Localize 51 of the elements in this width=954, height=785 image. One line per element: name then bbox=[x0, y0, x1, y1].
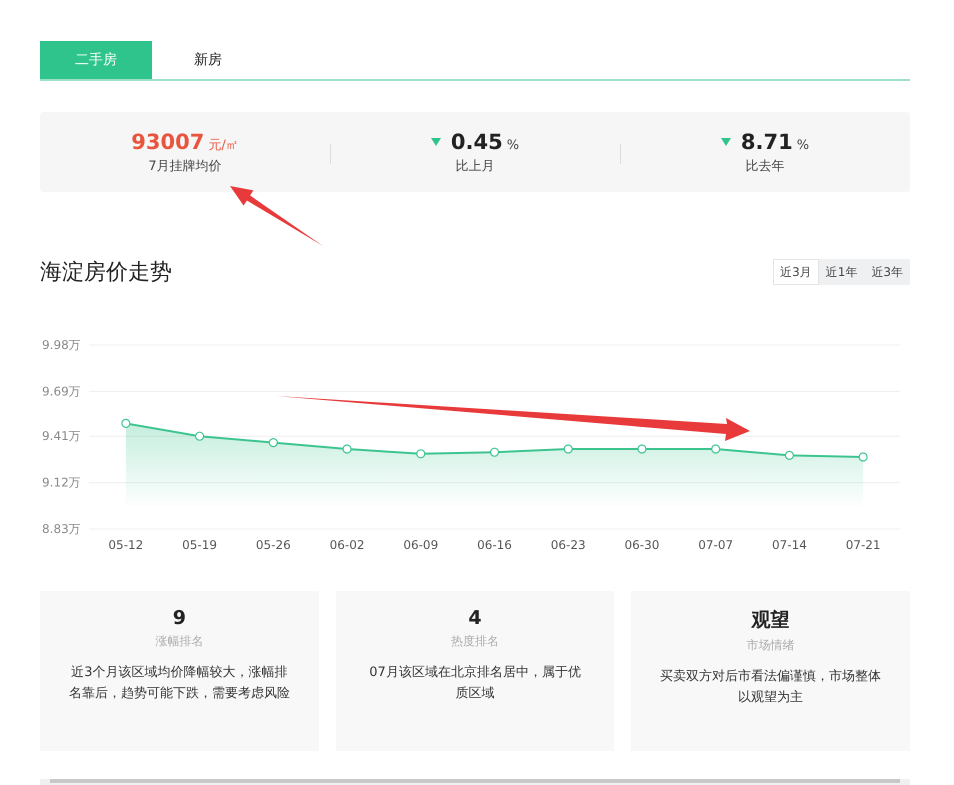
data-point bbox=[711, 444, 720, 454]
x-axis-label: 06-30 bbox=[624, 538, 660, 552]
y-axis-label: 9.12万 bbox=[42, 476, 81, 490]
data-point bbox=[342, 444, 352, 454]
card-text: 买卖双方对后市看法偏谨慎，市场整体以观望为主 bbox=[659, 668, 882, 707]
down-triangle-icon bbox=[430, 138, 441, 146]
stat-value: 0.45 bbox=[450, 130, 503, 154]
stat-label: 7月挂牌均价 bbox=[148, 158, 222, 174]
card-text: 近3个月该区域均价降幅较大，涨幅排名靠后，趋势可能下跌，需要考虑风险 bbox=[68, 664, 291, 703]
stat-unit: % bbox=[506, 138, 520, 152]
data-point bbox=[784, 450, 794, 460]
data-point bbox=[564, 444, 573, 454]
x-axis-label: 06-09 bbox=[403, 538, 438, 552]
x-axis-label: 06-02 bbox=[330, 538, 364, 552]
card-value: 4 bbox=[468, 607, 482, 629]
stat-value: 8.71 bbox=[740, 130, 793, 154]
card-value: 观望 bbox=[752, 608, 790, 633]
stat-label: 比去年 bbox=[746, 158, 784, 174]
card-label: 市场情绪 bbox=[746, 637, 795, 654]
x-axis-label: 06-16 bbox=[477, 538, 512, 552]
x-axis-label: 05-26 bbox=[256, 538, 291, 552]
down-triangle-icon bbox=[720, 138, 731, 146]
data-point bbox=[490, 448, 500, 457]
card-value: 9 bbox=[172, 607, 186, 629]
y-axis-label: 8.83万 bbox=[42, 522, 81, 536]
y-axis-label: 9.98万 bbox=[42, 338, 81, 352]
stat-unit: 元/㎡ bbox=[208, 136, 239, 154]
data-point bbox=[416, 449, 426, 458]
x-axis-label: 07-07 bbox=[698, 538, 734, 552]
x-axis-label: 07-14 bbox=[772, 538, 807, 552]
tab[interactable]: 新房 bbox=[152, 41, 264, 79]
section-title: 海淀房价走势 bbox=[40, 259, 172, 287]
data-point bbox=[858, 452, 868, 462]
card-label: 热度排名 bbox=[450, 633, 499, 650]
stat-label: 比上月 bbox=[456, 158, 494, 174]
card-label: 涨幅排名 bbox=[155, 633, 204, 650]
x-axis-label: 06-23 bbox=[550, 538, 586, 552]
stat-value: 93007 bbox=[131, 130, 204, 154]
data-point bbox=[268, 438, 278, 448]
y-axis-label: 9.69万 bbox=[42, 384, 81, 398]
data-point bbox=[637, 444, 647, 454]
data-point bbox=[121, 418, 130, 428]
x-axis-label: 05-19 bbox=[182, 538, 218, 552]
scrollbar[interactable] bbox=[40, 779, 910, 785]
y-axis-label: 9.41万 bbox=[42, 429, 81, 444]
data-point bbox=[195, 432, 204, 441]
card-text: 07月该区域在北京排名居中，属于优质区域 bbox=[368, 664, 582, 703]
x-axis-label: 07-21 bbox=[846, 538, 881, 552]
x-axis-label: 05-12 bbox=[108, 538, 144, 552]
stat-unit: % bbox=[796, 138, 810, 152]
range-tab[interactable]: 近3月 bbox=[773, 259, 819, 285]
